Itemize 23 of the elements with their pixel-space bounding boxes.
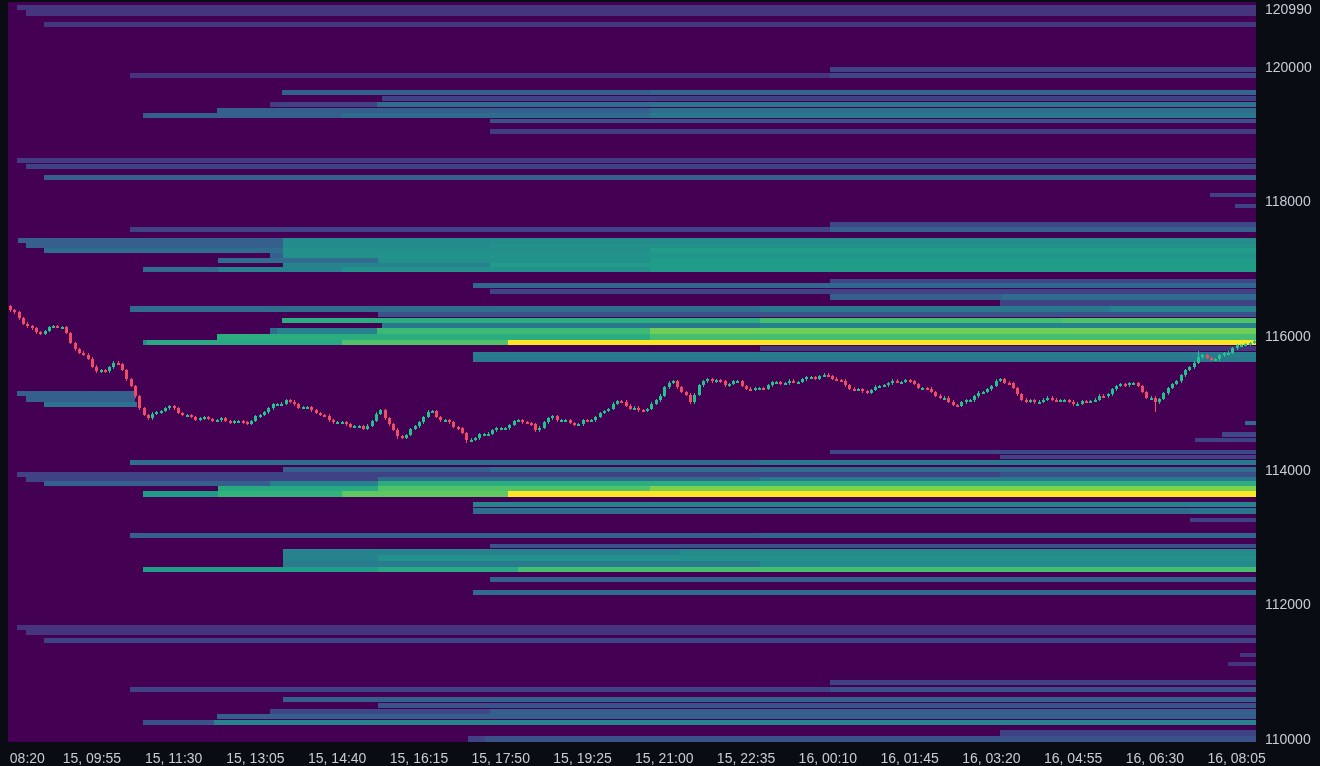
x-axis-label: 16, 04:55 bbox=[1043, 750, 1103, 766]
x-axis-label: 16, 01:45 bbox=[880, 750, 939, 766]
x-axis-label: 15, 11:30 bbox=[145, 750, 203, 766]
y-axis-label: 116000 bbox=[1265, 327, 1311, 344]
y-axis-label: 110000 bbox=[1265, 730, 1311, 747]
x-axis-label: 15, 13:05 bbox=[226, 750, 285, 766]
x-axis-label: 15, 16:15 bbox=[389, 750, 449, 766]
x-axis-label: 15, 17:50 bbox=[471, 750, 530, 766]
x-axis-label: 16, 03:20 bbox=[962, 750, 1021, 766]
x-axis-label: 15, 21:00 bbox=[635, 750, 694, 766]
y-axis-label: 120990 bbox=[1265, 0, 1312, 17]
x-axis-label: 15, 22:35 bbox=[716, 750, 776, 766]
x-axis-label: 16, 06:30 bbox=[1125, 750, 1185, 766]
x-axis-label: 15, 14:40 bbox=[308, 750, 367, 766]
y-axis-label: 120000 bbox=[1265, 59, 1312, 76]
x-axis-label: 15, 09:55 bbox=[62, 750, 122, 766]
y-axis-label: 114000 bbox=[1265, 462, 1311, 479]
x-axis-label: 15, 19:25 bbox=[553, 750, 612, 766]
x-axis-label: 08:20 bbox=[9, 750, 45, 766]
y-axis-label: 112000 bbox=[1265, 596, 1311, 613]
x-axis-label: 16, 08:05 bbox=[1207, 750, 1266, 766]
y-axis-label: 118000 bbox=[1265, 193, 1311, 210]
x-axis-label: 16, 00:10 bbox=[798, 750, 857, 766]
